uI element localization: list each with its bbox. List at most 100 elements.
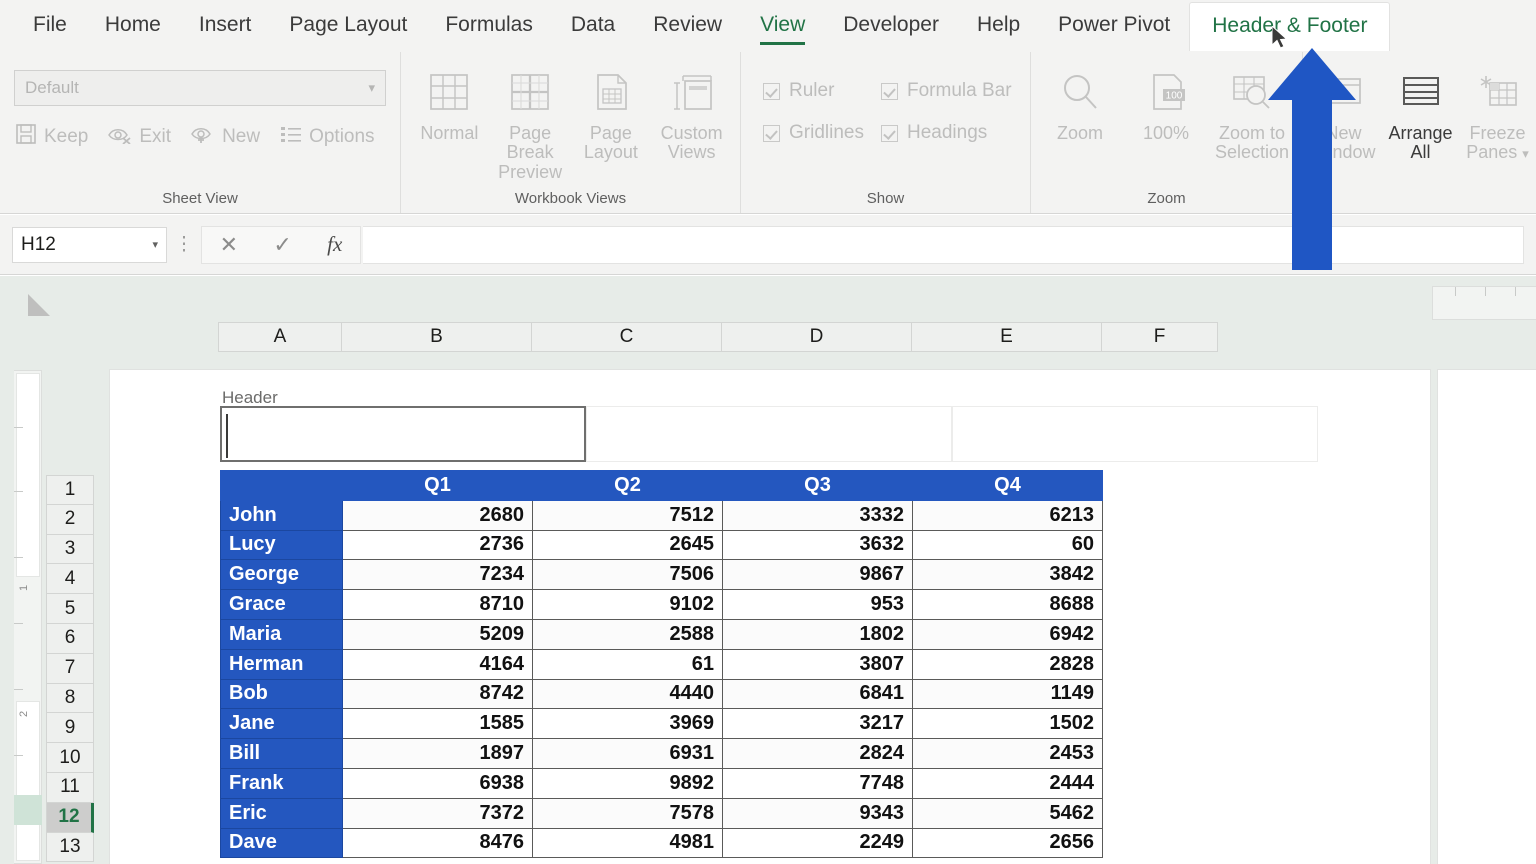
cell-q1[interactable]: 6938 [342,767,533,799]
cell-q3[interactable]: 3632 [722,529,913,561]
tab-view[interactable]: View [741,4,824,48]
cell-name[interactable]: Lucy [220,529,343,561]
exit-button[interactable]: Exit [107,124,171,150]
cell-q1[interactable]: 7372 [342,797,533,829]
cell-name[interactable]: Maria [220,618,343,650]
cell-q1[interactable]: 8742 [342,678,533,710]
row-header-5[interactable]: 5 [46,594,94,624]
cell-q3[interactable]: 6841 [722,678,913,710]
table-row[interactable]: Maria 5209 2588 1802 6942 [220,618,1103,650]
cell-q4[interactable]: 6213 [912,499,1103,531]
freeze-panes-button[interactable]: Freeze Panes ▾ [1459,62,1536,163]
cell-q1[interactable]: 5209 [342,618,533,650]
cell-name[interactable]: Grace [220,589,343,620]
table-row[interactable]: Lucy 2736 2645 3632 60 [220,529,1103,561]
header-box-right[interactable] [952,406,1318,462]
sheet-view-combo[interactable]: Default ▾ [14,70,386,106]
row-header-9[interactable]: 9 [46,713,94,744]
column-header-a[interactable]: A [218,322,342,352]
custom-views-button[interactable]: Custom Views [651,62,732,182]
cell-q1[interactable]: 4164 [342,648,533,680]
formula-bar-grip[interactable]: ⋮ [167,233,201,256]
cell-q2[interactable]: 9892 [532,767,723,799]
tab-power-pivot[interactable]: Power Pivot [1039,4,1189,48]
chevron-down-icon[interactable]: ▾ [152,238,158,251]
cell-q1[interactable]: 8476 [342,827,533,859]
cell-q3[interactable]: 7748 [722,767,913,799]
cell-q4[interactable]: 2656 [912,827,1103,859]
tab-file[interactable]: File [14,4,86,48]
row-header-6[interactable]: 6 [46,623,94,654]
cell-q2[interactable]: 6931 [532,738,723,769]
cell-q2[interactable]: 7506 [532,559,723,591]
cell-q2[interactable]: 2645 [532,529,723,561]
column-header-c[interactable]: C [532,322,722,352]
cell-q2[interactable]: 2588 [532,618,723,650]
tab-insert[interactable]: Insert [180,4,271,48]
cell-name[interactable]: Bill [220,738,343,769]
cell-q3[interactable]: 3217 [722,708,913,740]
row-header-8[interactable]: 8 [46,683,94,714]
tab-home[interactable]: Home [86,4,180,48]
table-row[interactable]: Bill 1897 6931 2824 2453 [220,738,1103,769]
select-all-corner[interactable] [28,294,50,316]
page-layout-button[interactable]: Page Layout [571,62,652,182]
cell-q3[interactable]: 2249 [722,827,913,859]
cell-q1[interactable]: 1897 [342,738,533,769]
cell-q2[interactable]: 7512 [532,499,723,531]
cell-name[interactable]: Dave [220,827,343,859]
table-row[interactable]: John 2680 7512 3332 6213 [220,499,1103,531]
cell-name[interactable]: Bob [220,678,343,710]
cell-q4[interactable]: 2828 [912,648,1103,680]
header-box-center[interactable] [586,406,952,462]
checkbox-formula-bar[interactable]: Formula Bar [881,80,1030,102]
tab-developer[interactable]: Developer [824,4,958,48]
row-header-12[interactable]: 12 [46,802,94,833]
cell-q4[interactable]: 2444 [912,767,1103,799]
cell-q2[interactable]: 4440 [532,678,723,710]
table-row[interactable]: Dave 8476 4981 2249 2656 [220,827,1103,859]
close-icon[interactable]: ✕ [220,232,238,258]
row-header-2[interactable]: 2 [46,504,94,535]
column-header-f[interactable]: F [1102,322,1218,352]
cell-q1[interactable]: 2680 [342,499,533,531]
table-row[interactable]: Bob 8742 4440 6841 1149 [220,678,1103,710]
cell-name[interactable]: Eric [220,797,343,829]
tab-page-layout[interactable]: Page Layout [270,4,426,48]
page-break-preview-button[interactable]: Page Break Preview [490,62,571,182]
cell-name[interactable]: Herman [220,648,343,680]
cell-q2[interactable]: 3969 [532,708,723,740]
arrange-all-button[interactable]: Arrange All [1382,62,1459,163]
keep-button[interactable]: Keep [14,122,88,152]
cell-q4[interactable]: 3842 [912,559,1103,591]
column-header-d[interactable]: D [722,322,912,352]
cell-q3[interactable]: 2824 [722,738,913,769]
table-row[interactable]: Grace 8710 9102 953 8688 [220,589,1103,620]
cell-q4[interactable]: 2453 [912,738,1103,769]
row-header-1[interactable]: 1 [46,475,94,505]
cell-q4[interactable]: 8688 [912,589,1103,620]
new-button[interactable]: New [190,124,260,150]
cell-q3[interactable]: 9343 [722,797,913,829]
checkbox-gridlines[interactable]: Gridlines [763,122,875,144]
zoom-button[interactable]: Zoom [1037,62,1123,163]
row-header-10[interactable]: 10 [46,743,94,773]
checkbox-ruler[interactable]: Ruler [763,80,875,102]
table-row[interactable]: George 7234 7506 9867 3842 [220,559,1103,591]
row-header-4[interactable]: 4 [46,564,94,595]
fx-icon[interactable]: fx [327,232,342,257]
cell-q3[interactable]: 9867 [722,559,913,591]
tab-formulas[interactable]: Formulas [426,4,552,48]
row-header-3[interactable]: 3 [46,534,94,565]
cell-name[interactable]: Frank [220,767,343,799]
cell-q4[interactable]: 60 [912,529,1103,561]
row-header-11[interactable]: 11 [46,772,94,803]
tab-data[interactable]: Data [552,4,634,48]
cell-q4[interactable]: 6942 [912,618,1103,650]
table-row[interactable]: Herman 4164 61 3807 2828 [220,648,1103,680]
normal-view-button[interactable]: Normal [409,62,490,182]
cell-q3[interactable]: 3807 [722,648,913,680]
cell-name[interactable]: John [220,499,343,531]
header-box-left[interactable] [220,406,586,462]
zoom-100-button[interactable]: 100 100% [1123,62,1209,163]
